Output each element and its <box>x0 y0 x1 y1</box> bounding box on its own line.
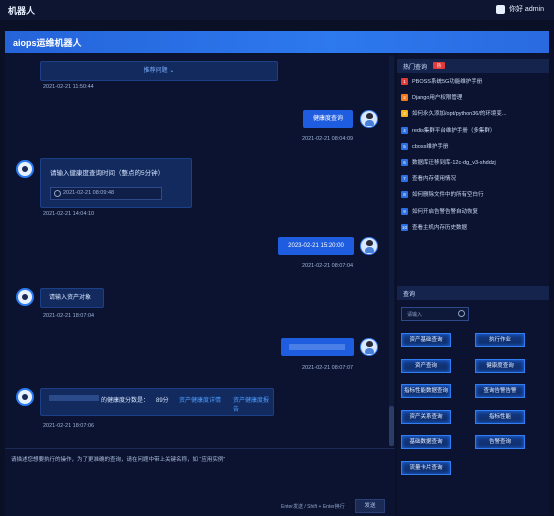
query-button[interactable]: 执行作业 <box>475 333 525 347</box>
asset-health-detail-link[interactable]: 资产健康度详情 <box>179 395 221 404</box>
top-bar: 机器人 你好 admin <box>0 0 554 20</box>
faq-header: 热门查询 热 <box>397 59 549 73</box>
message-timestamp: 2021-02-21 14:04:10 <box>43 211 95 217</box>
redacted-block <box>49 395 99 401</box>
faq-item-label: redis集群平台维护手册（多集群） <box>412 127 496 134</box>
message-timestamp: 2021-02-21 18:07:06 <box>43 423 95 429</box>
query-button[interactable]: 基础数据查询 <box>401 435 451 449</box>
query-title: 查询 <box>403 292 416 298</box>
faq-item[interactable]: 6 数据库迁移到库-12c-dg_v3-shddzj <box>401 158 547 168</box>
search-placeholder: 请输入 <box>407 312 423 318</box>
faq-item[interactable]: 5 cboss维护手册 <box>401 142 547 152</box>
faq-rank-badge: 4 <box>401 126 408 134</box>
user-message-bubble: 健康度查询 <box>303 110 353 128</box>
faq-rank-badge: 5 <box>401 142 408 150</box>
faq-rank-badge: 2 <box>401 94 408 102</box>
datetime-value: 2021-02-21 08:09:48 <box>63 190 115 196</box>
bot-prompt-text: 请输入健康度查询时间（整点的5分钟） <box>50 170 165 177</box>
faq-item-label: Django用户权限管理 <box>412 95 463 102</box>
bot-result-bubble: 的健康度分数是： 89分 资产健康度详情 资产健康度报告 <box>40 388 274 416</box>
bot-avatar <box>16 388 34 406</box>
bot-avatar <box>16 288 34 306</box>
redacted-block <box>289 344 345 350</box>
faq-item[interactable]: 9 如何开启告警告警自动恢复 <box>401 207 547 217</box>
faq-rank-badge: 10 <box>401 223 408 231</box>
query-button[interactable]: 资产查询 <box>401 358 451 373</box>
faq-item-label: 如何开启告警告警自动恢复 <box>412 208 479 215</box>
bot-message-bubble: 请输入资产对象 <box>40 288 104 308</box>
query-button[interactable]: 指标性能 <box>475 409 525 424</box>
recommend-label: 推荐问题 <box>143 68 168 74</box>
faq-item-label: 数据库迁移到库-12c-dg_v3-shddzj <box>412 160 496 166</box>
scroll-thumb[interactable] <box>389 406 394 446</box>
faq-item[interactable]: 3 如何永久添加/opt/python36/的环境变... <box>401 109 547 119</box>
user-message-text: 健康度查询 <box>312 116 343 122</box>
user-avatar <box>360 237 378 255</box>
asset-health-report-link[interactable]: 资产健康度报告 <box>233 395 273 413</box>
faq-item-label: 查看主机内存历史数据 <box>412 224 468 231</box>
result-text: 的健康度分数是： <box>101 398 150 404</box>
user-menu[interactable]: 你好 admin <box>495 4 544 14</box>
faq-rank-badge: 1 <box>401 78 408 86</box>
bot-prompt-bubble: 请输入健康度查询时间（整点的5分钟） 2021-02-21 08:09:48 <box>40 158 192 208</box>
query-button[interactable]: 查询告警告警 <box>475 384 525 398</box>
bot-message-text: 请输入资产对象 <box>49 295 92 301</box>
faq-item[interactable]: 1 PBOSS系统5G功能维护手册 <box>401 77 547 87</box>
chat-scrollbar[interactable] <box>389 56 394 446</box>
query-button[interactable]: 流量卡片查询 <box>401 460 451 475</box>
user-avatar <box>360 110 378 128</box>
app-title: 机器人 <box>8 6 36 16</box>
panel-title: aiops运维机器人 <box>13 38 82 48</box>
query-button[interactable]: 指标性能数据查询 <box>401 384 451 398</box>
faq-item[interactable]: 10 查看主机内存历史数据 <box>401 223 547 233</box>
panel-header: aiops运维机器人 <box>5 31 549 53</box>
send-hint: Enter发送 / Shift + Enter换行 <box>281 504 345 510</box>
faq-title: 热门查询 <box>403 65 428 71</box>
message-timestamp: 2021-02-21 11:50:44 <box>43 84 94 90</box>
bot-avatar <box>16 160 34 178</box>
faq-rank-badge: 3 <box>401 110 408 118</box>
faq-item-label: 查看内存使用情况 <box>412 176 457 183</box>
user-message-bubble: 2023-02-21 15:20:00 <box>278 237 354 255</box>
faq-rank-badge: 8 <box>401 191 408 199</box>
search-input[interactable]: 请输入 <box>401 307 469 321</box>
input-placeholder: 请描述您想要执行的操作，为了更准确的查询，请在问题中带上关键名称，如 “应用实例… <box>11 457 226 463</box>
faq-rank-badge: 7 <box>401 175 408 183</box>
query-button[interactable]: 资产基础查询 <box>401 333 451 347</box>
faq-item[interactable]: 8 如何删除文件中的所有空白行 <box>401 190 547 200</box>
user-message-bubble <box>281 338 354 356</box>
recommend-bubble[interactable]: 推荐问题 ⌄ <box>40 61 278 81</box>
query-header: 查询 <box>397 286 549 300</box>
faq-item-label: cboss维护手册 <box>412 143 449 150</box>
query-button[interactable]: 健康度查询 <box>475 358 525 373</box>
user-icon <box>495 4 505 14</box>
faq-item[interactable]: 2 Django用户权限管理 <box>401 93 547 103</box>
faq-item[interactable]: 4 redis集群平台维护手册（多集群） <box>401 126 547 136</box>
hot-badge: 热 <box>433 62 445 69</box>
message-timestamp: 2021-02-21 08:04:09 <box>302 136 354 142</box>
faq-item-label: 如何删除文件中的所有空白行 <box>412 192 484 199</box>
faq-rank-badge: 9 <box>401 207 408 215</box>
user-message-text: 2023-02-21 15:20:00 <box>288 243 344 249</box>
message-timestamp: 2021-02-21 18:07:04 <box>43 313 95 319</box>
message-timestamp: 2021-02-21 08:07:07 <box>302 365 354 371</box>
search-icon <box>458 310 465 317</box>
query-button[interactable]: 资产关系查询 <box>401 409 451 424</box>
right-panel: 热门查询 热 1 PBOSS系统5G功能维护手册 2 Django用户权限管理 3 如何永… <box>397 53 549 515</box>
message-timestamp: 2021-02-21 08:07:04 <box>302 263 354 269</box>
faq-item[interactable]: 7 查看内存使用情况 <box>401 174 547 184</box>
send-button[interactable]: 发送 <box>355 499 385 513</box>
faq-item-label: PBOSS系统5G功能维护手册 <box>412 79 483 85</box>
faq-item-label: 如何永久添加/opt/python36/的环境变... <box>412 111 507 118</box>
user-label: 你好 admin <box>508 6 544 13</box>
message-input[interactable]: 请描述您想要执行的操作，为了更准确的查询，请在问题中带上关键名称，如 “应用实例… <box>5 448 395 516</box>
faq-rank-badge: 6 <box>401 159 408 167</box>
datetime-input[interactable]: 2021-02-21 08:09:48 <box>50 187 162 200</box>
clock-icon <box>54 190 61 197</box>
query-button[interactable]: 告警查询 <box>475 435 525 449</box>
result-score: 89分 <box>156 398 169 404</box>
user-avatar <box>360 338 378 356</box>
